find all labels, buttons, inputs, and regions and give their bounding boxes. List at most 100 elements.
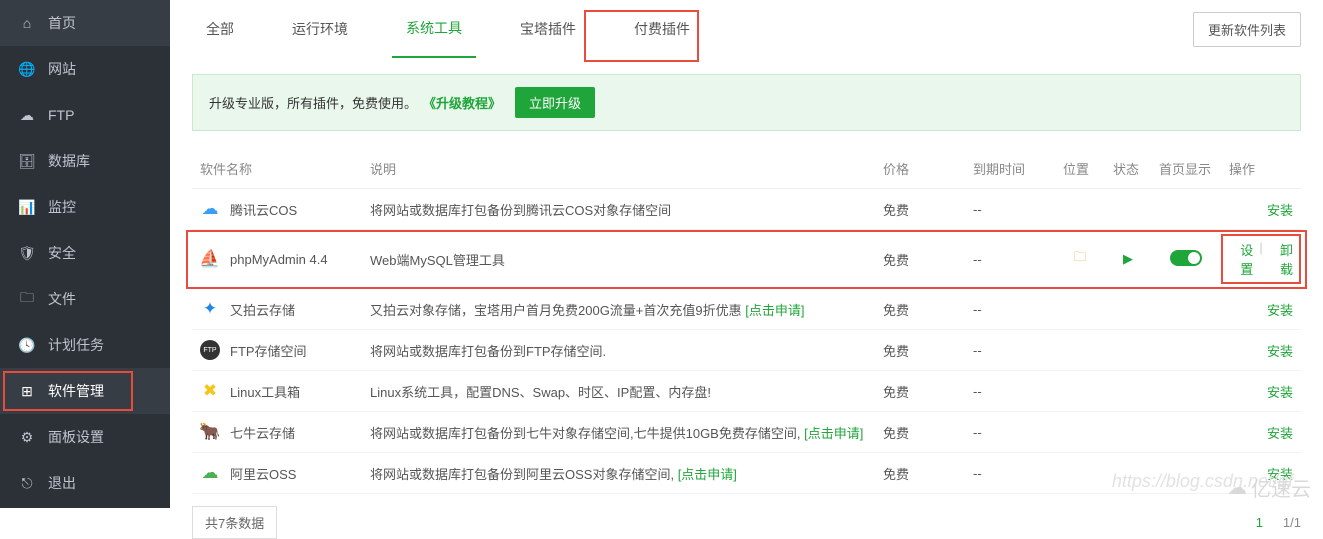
- row-desc: 又拍云对象存储，宝塔用户首月免费200G流量+首次充值9折优惠: [370, 303, 745, 318]
- exit-icon: ⎋: [18, 475, 36, 492]
- uninstall-link[interactable]: 卸载: [1269, 240, 1293, 278]
- th-expire: 到期时间: [965, 149, 1055, 189]
- row-desc: 将网站或数据库打包备份到FTP存储空间.: [370, 344, 606, 359]
- folder-icon: 🗀: [18, 287, 36, 311]
- row-expire: --: [965, 230, 1055, 289]
- table-row: ⛵phpMyAdmin 4.4Web端MySQL管理工具免费--🗀▶设置|卸载: [192, 230, 1301, 289]
- install-link[interactable]: 安装: [1267, 467, 1293, 482]
- clock-icon: 🕓: [18, 337, 36, 354]
- table-footer: 共7条数据 1 1/1: [192, 506, 1301, 539]
- settings-link[interactable]: 设置: [1229, 240, 1253, 278]
- app-icon: ☁: [200, 463, 220, 483]
- sidebar-item-label: 数据库: [48, 151, 90, 171]
- install-link[interactable]: 安装: [1267, 203, 1293, 218]
- tab-3[interactable]: 宝塔插件: [506, 0, 590, 58]
- sidebar-item-label: 首页: [48, 13, 76, 33]
- sidebar-item-folder[interactable]: 🗀文件: [0, 276, 170, 322]
- sidebar-item-db[interactable]: 🗄 数据库: [0, 138, 170, 184]
- gear-icon: ⚙: [18, 429, 36, 446]
- banner-text: 升级专业版，所有插件，免费使用。: [209, 93, 417, 112]
- install-link[interactable]: 安装: [1267, 303, 1293, 318]
- table-row: ☁ 腾讯云COS 将网站或数据库打包备份到腾讯云COS对象存储空间 免费-- 安装: [192, 189, 1301, 230]
- row-price: 免费: [875, 289, 965, 330]
- th-location: 位置: [1055, 149, 1105, 189]
- apply-link[interactable]: [点击申请]: [678, 467, 737, 482]
- tab-1[interactable]: 运行环境: [278, 0, 362, 58]
- row-expire: --: [965, 453, 1055, 494]
- table-row: 🐂 七牛云存储 将网站或数据库打包备份到七牛对象存储空间,七牛提供10GB免费存储空…: [192, 412, 1301, 453]
- app-icon: ☁: [200, 199, 220, 219]
- sidebar-item-globe[interactable]: 🌐网站: [0, 46, 170, 92]
- row-name: Linux工具箱: [230, 382, 300, 401]
- install-link[interactable]: 安装: [1267, 426, 1293, 441]
- app-icon: FTP: [200, 340, 220, 360]
- monitor-icon: 📊: [18, 199, 36, 216]
- row-price: 免费: [875, 189, 965, 230]
- sidebar-item-label: FTP: [48, 107, 74, 123]
- row-name: 又拍云存储: [230, 300, 295, 319]
- row-price: 免费: [875, 230, 965, 289]
- globe-icon: 🌐: [18, 61, 36, 78]
- sidebar-item-label: 退出: [48, 473, 76, 493]
- sidebar-item-exit[interactable]: ⎋ 退出: [0, 460, 170, 506]
- row-price: 免费: [875, 371, 965, 412]
- table-row: FTPFTP存储空间将网站或数据库打包备份到FTP存储空间.免费--安装: [192, 330, 1301, 371]
- row-desc: Linux系统工具，配置DNS、Swap、时区、IP配置、内存盘!: [370, 385, 711, 400]
- upgrade-now-button[interactable]: 立即升级: [515, 87, 595, 118]
- upgrade-tutorial-link[interactable]: 《升级教程》: [423, 93, 501, 112]
- table-row: ☁阿里云OSS将网站或数据库打包备份到阿里云OSS对象存储空间, [点击申请]免…: [192, 453, 1301, 494]
- row-expire: --: [965, 371, 1055, 412]
- row-expire: --: [965, 412, 1055, 453]
- apply-link[interactable]: [点击申请]: [804, 426, 863, 441]
- th-action: 操作: [1221, 149, 1301, 189]
- sidebar: ⌂ 首页 🌐网站 ☁ FTP 🗄 数据库 📊 监控 🛡 安全 🗀文件🕓计划任务 ⊞ 软件管理 ⚙ 面板设置 ⎋ 退…: [0, 0, 170, 508]
- pager: 1 1/1: [1256, 515, 1301, 530]
- tab-2[interactable]: 系统工具: [392, 0, 476, 58]
- row-name: 腾讯云COS: [230, 200, 297, 219]
- home-toggle[interactable]: [1170, 250, 1202, 266]
- table-row: ✖ Linux工具箱 Linux系统工具，配置DNS、Swap、时区、IP配置、内存…: [192, 371, 1301, 412]
- update-software-list-button[interactable]: 更新软件列表: [1193, 12, 1301, 47]
- app-icon: 🐂: [200, 422, 220, 442]
- play-icon[interactable]: ▶: [1123, 251, 1133, 266]
- row-price: 免费: [875, 330, 965, 371]
- shield-icon: 🛡: [18, 245, 36, 262]
- apply-link[interactable]: [点击申请]: [745, 303, 804, 318]
- row-desc: 将网站或数据库打包备份到阿里云OSS对象存储空间,: [370, 467, 678, 482]
- page-current[interactable]: 1: [1256, 515, 1263, 530]
- row-desc: 将网站或数据库打包备份到七牛对象存储空间,七牛提供10GB免费存储空间,: [370, 426, 804, 441]
- install-link[interactable]: 安装: [1267, 385, 1293, 400]
- app-icon: ⛵: [200, 249, 220, 269]
- app-icon: ✖: [200, 381, 220, 401]
- row-name: phpMyAdmin 4.4: [230, 252, 328, 267]
- sidebar-item-label: 面板设置: [48, 427, 104, 447]
- sidebar-item-clock[interactable]: 🕓计划任务: [0, 322, 170, 368]
- sidebar-item-shield[interactable]: 🛡 安全: [0, 230, 170, 276]
- db-icon: 🗄: [18, 153, 36, 170]
- grid-icon: ⊞: [18, 383, 36, 400]
- sidebar-item-grid[interactable]: ⊞ 软件管理: [0, 368, 170, 414]
- sidebar-item-label: 监控: [48, 197, 76, 217]
- cloud-icon: ☁: [18, 107, 36, 124]
- sidebar-item-monitor[interactable]: 📊 监控: [0, 184, 170, 230]
- row-expire: --: [965, 330, 1055, 371]
- row-expire: --: [965, 289, 1055, 330]
- row-desc: 将网站或数据库打包备份到腾讯云COS对象存储空间: [370, 203, 671, 218]
- software-table: 软件名称 说明 价格 到期时间 位置 状态 首页显示 操作 ☁腾讯云COS将网站…: [192, 149, 1301, 494]
- sidebar-item-gear[interactable]: ⚙ 面板设置: [0, 414, 170, 460]
- sidebar-item-cloud[interactable]: ☁ FTP: [0, 92, 170, 138]
- sidebar-item-label: 软件管理: [48, 381, 104, 401]
- row-expire: --: [965, 189, 1055, 230]
- th-home: 首页显示: [1151, 149, 1221, 189]
- folder-icon[interactable]: 🗀: [1073, 249, 1086, 264]
- sidebar-item-label: 安全: [48, 243, 76, 263]
- row-desc: Web端MySQL管理工具: [370, 253, 505, 268]
- install-link[interactable]: 安装: [1267, 344, 1293, 359]
- page-total: 1/1: [1283, 515, 1301, 530]
- sidebar-item-home[interactable]: ⌂ 首页: [0, 0, 170, 46]
- row-name: 七牛云存储: [230, 423, 295, 442]
- row-count: 共7条数据: [192, 506, 277, 539]
- home-icon: ⌂: [18, 15, 36, 31]
- tab-0[interactable]: 全部: [192, 0, 248, 58]
- tab-4[interactable]: 付费插件: [620, 0, 704, 58]
